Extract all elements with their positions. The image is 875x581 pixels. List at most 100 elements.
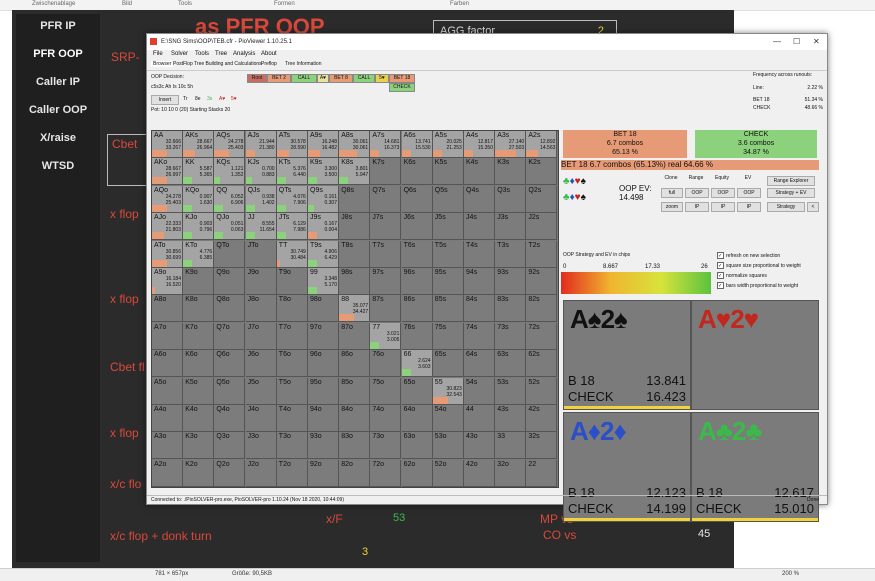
bet-option[interactable]: BET 18 6.7 combos 65.13 %	[563, 130, 687, 158]
hand-cell[interactable]: 87o	[339, 322, 371, 350]
hand-cell[interactable]: 32o	[495, 459, 527, 487]
hand-cell[interactable]: 82s	[526, 295, 558, 323]
ribbon-colors[interactable]: Farben	[450, 1, 469, 7]
hand-cell[interactable]: 63s	[495, 350, 527, 378]
hand-cell[interactable]: Q6o	[214, 350, 246, 378]
hand-cell[interactable]: 5.587 5.365 KK	[183, 158, 215, 186]
hand-cell[interactable]: 5.376 6.440 KTs	[276, 158, 308, 186]
insert-button[interactable]: Insert	[151, 95, 179, 105]
menu-analysis[interactable]: Analysis	[233, 51, 255, 57]
hand-cell[interactable]: T2o	[276, 459, 308, 487]
hand-cell[interactable]: 0.700 0.883 KJs	[245, 158, 277, 186]
hand-cell[interactable]: 33	[495, 432, 527, 460]
hand-cell[interactable]: T8s	[339, 240, 371, 268]
hand-cell[interactable]: 97o	[308, 322, 339, 350]
hand-cell[interactable]: 72s	[526, 322, 558, 350]
hand-cell[interactable]: 30.061 30.061 A8s	[339, 131, 371, 158]
hand-cell[interactable]: Q4s	[464, 185, 495, 213]
hand-cell[interactable]: 52s	[526, 377, 558, 405]
hand-cell[interactable]: 73o	[370, 432, 402, 460]
view-button[interactable]: Strategy	[767, 202, 805, 212]
hand-cell[interactable]: T7o	[276, 322, 308, 350]
hand-cell[interactable]: 24.278 25.403 AQs	[214, 131, 246, 158]
hand-cell[interactable]: 53s	[495, 377, 527, 405]
hand-cell[interactable]: J7s	[370, 213, 402, 241]
hand-cell[interactable]: 75s	[432, 322, 464, 350]
hand-cell[interactable]: T6s	[401, 240, 433, 268]
hand-cell[interactable]: 84s	[464, 295, 495, 323]
hand-cell[interactable]: 93o	[308, 432, 339, 460]
menu-file[interactable]: File	[153, 51, 163, 57]
hand-cell[interactable]: 6.129 7.986 JTs	[276, 213, 308, 241]
close-icon[interactable]: ✕	[813, 37, 820, 46]
hand-cell[interactable]: 74s	[464, 322, 495, 350]
hand-cell[interactable]: Q8s	[339, 185, 371, 213]
menu-tools[interactable]: Tools	[195, 51, 209, 57]
chip-4[interactable]: A♥	[219, 96, 225, 102]
hand-cell[interactable]: J5o	[245, 377, 277, 405]
hand-cell[interactable]: 92s	[526, 268, 558, 295]
hand-cell[interactable]: 44	[464, 405, 495, 432]
nav-xraise[interactable]: X/raise	[16, 132, 100, 144]
hand-cell[interactable]: J8s	[339, 213, 371, 241]
hand-cell[interactable]: JTo	[245, 240, 277, 268]
hand-cell[interactable]: 21.944 21.380 AJs	[245, 131, 277, 158]
hand-cell[interactable]: 96o	[308, 350, 339, 378]
hand-cell[interactable]: Q8o	[214, 295, 246, 323]
hand-cell[interactable]: J2s	[526, 213, 558, 241]
hand-cell[interactable]: 83o	[339, 432, 371, 460]
view-button[interactable]: IP	[685, 202, 709, 212]
tree-node[interactable]: BET 18	[389, 74, 415, 83]
hand-cell[interactable]: 8.555 11.654 JJ	[245, 213, 277, 241]
tree-node[interactable]: 5♥	[375, 74, 389, 83]
ribbon-clipboard[interactable]: Zwischenablage	[32, 1, 75, 7]
hand-cell[interactable]: 62o	[401, 459, 433, 487]
hand-cell[interactable]: J4o	[245, 405, 277, 432]
hand-cell[interactable]: 13.741 15.530 A6s	[401, 131, 433, 158]
hand-cell[interactable]: T5o	[276, 377, 308, 405]
hand-cell[interactable]: 83s	[495, 295, 527, 323]
hand-cell[interactable]: 14.681 16.373 A7s	[370, 131, 402, 158]
hand-cell[interactable]: 96s	[401, 268, 433, 295]
hand-cell[interactable]: Q3o	[214, 432, 246, 460]
hand-cell[interactable]: J5s	[432, 213, 464, 241]
view-button[interactable]: IP	[711, 202, 735, 212]
hand-cell[interactable]: 6.052 6.906 QQ	[214, 185, 246, 213]
hand-cell[interactable]: 54s	[464, 377, 495, 405]
hand-cell[interactable]: J3o	[245, 432, 277, 460]
hand-cell[interactable]: 63o	[401, 432, 433, 460]
hand-cell[interactable]: 86s	[401, 295, 433, 323]
tree-node[interactable]: CHECK	[389, 83, 415, 92]
hand-cell[interactable]: Q2s	[526, 185, 558, 213]
hand-cell[interactable]: T8o	[276, 295, 308, 323]
hand-cell[interactable]: 4.906 6.429 T9s	[308, 240, 339, 268]
hand-cell[interactable]: Q5o	[214, 377, 246, 405]
hand-cell[interactable]: 30.856 30.699 ATo	[152, 240, 183, 268]
hand-cell[interactable]: T4s	[464, 240, 495, 268]
hand-cell[interactable]: 3.348 5.170 99	[308, 268, 339, 295]
hand-cell[interactable]: 24.278 25.403 AQo	[152, 185, 183, 213]
hand-cell[interactable]: 42o	[464, 459, 495, 487]
hand-cell[interactable]: Q7o	[214, 322, 246, 350]
hand-cell[interactable]: 86o	[339, 350, 371, 378]
hand-cell[interactable]: 0.051 0.063 QJo	[214, 213, 246, 241]
menu-tree[interactable]: Tree	[215, 51, 227, 57]
tree-node[interactable]: A♥	[317, 74, 329, 83]
hand-cell[interactable]: J9o	[245, 268, 277, 295]
hand-cell[interactable]: Q3s	[495, 185, 527, 213]
check-normalize[interactable]: ✓ normalize squares	[717, 272, 767, 279]
hand-cell[interactable]: A4o	[152, 405, 183, 432]
hand-cell[interactable]: K9o	[183, 268, 215, 295]
hand-cell[interactable]: 75o	[370, 377, 402, 405]
chip-5[interactable]: 5♥	[231, 96, 237, 102]
ribbon-tools[interactable]: Tools	[178, 1, 192, 7]
hand-cell[interactable]: 0.903 0.796 KJo	[183, 213, 215, 241]
hand-cell[interactable]: 3.801 5.947 K8s	[339, 158, 371, 186]
view-button[interactable]: OOP	[737, 188, 761, 198]
hand-cell[interactable]: Q6s	[401, 185, 433, 213]
combo-card[interactable]: A♠2♠ B 18 13.841 CHECK 16.423	[563, 300, 691, 410]
hand-cell[interactable]: 53o	[432, 432, 464, 460]
hand-cell[interactable]: QTo	[214, 240, 246, 268]
hand-cell[interactable]: 32.666 33.267 AA	[152, 131, 183, 158]
view-button[interactable]: Strategy + EV	[767, 188, 815, 198]
